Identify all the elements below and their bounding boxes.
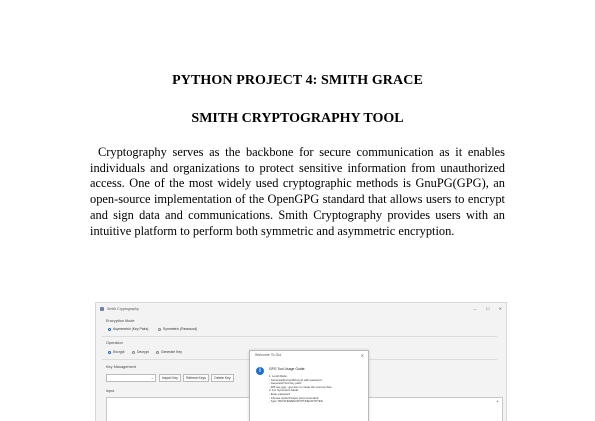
app-screenshot: Smith Cryptography — ☐ ✕ Encryption Mode…	[95, 302, 507, 421]
delete-key-button[interactable]: Delete Key	[211, 374, 234, 382]
radio-symmetric[interactable]: Symmetric (Password)	[158, 327, 197, 331]
dialog-heading: GPG Tool Usage Guide:	[269, 367, 306, 371]
window-titlebar: Smith Cryptography	[96, 303, 506, 315]
operation-label: Operation	[106, 341, 123, 345]
document-subheading: SMITH CRYPTOGRAPHY TOOL	[191, 111, 404, 126]
radio-unselected-icon	[158, 327, 161, 331]
maximize-icon[interactable]: ☐	[486, 306, 490, 311]
radio-unselected-icon	[132, 350, 135, 354]
document-heading: PYTHON PROJECT 4: SMITH GRACE	[172, 73, 423, 88]
close-icon[interactable]: ✕	[361, 353, 364, 358]
minimize-icon[interactable]: —	[473, 306, 477, 311]
dialog-line: - Type TRUSTED/ENCRYPT/DECRYPTED	[269, 399, 323, 404]
key-management-label: Key Management	[106, 365, 136, 369]
encryption-mode-label: Encryption Mode	[106, 319, 135, 323]
window-title: Smith Cryptography	[107, 307, 139, 311]
scroll-up-icon[interactable]: ▲	[496, 399, 499, 403]
input-label: Input	[106, 389, 115, 393]
radio-decrypt[interactable]: Decrypt	[132, 350, 149, 354]
radio-generate-key[interactable]: Generate Key	[156, 350, 182, 354]
document-page: PYTHON PROJECT 4: SMITH GRACE SMITH CRYP…	[0, 0, 595, 421]
dialog-text: 1. Local Mode: - Generate/Encrypt/Decryp…	[269, 374, 364, 404]
app-icon	[100, 307, 104, 311]
divider	[102, 336, 497, 337]
document-body: Cryptography serves as the backbone for …	[90, 145, 505, 238]
radio-unselected-icon	[156, 350, 159, 354]
radio-encrypt[interactable]: Encrypt	[108, 350, 125, 354]
refresh-keys-button[interactable]: Refresh Keys	[183, 374, 209, 382]
info-dialog: Welcome To Gui ✕ i GPG Tool Usage Guide:…	[249, 350, 369, 421]
close-icon[interactable]: ✕	[499, 306, 502, 311]
radio-selected-icon	[108, 350, 111, 354]
radio-selected-icon	[108, 327, 111, 331]
radio-asymmetric[interactable]: Asymmetric (Key Pairs)	[108, 327, 148, 331]
dialog-title: Welcome To Gui	[255, 353, 282, 357]
window-controls: — ☐ ✕	[473, 306, 502, 311]
chevron-down-icon: ⌄	[150, 375, 154, 380]
key-select[interactable]: ⌄	[106, 374, 156, 382]
import-key-button[interactable]: Import Key	[159, 374, 181, 382]
info-icon: i	[256, 367, 264, 375]
